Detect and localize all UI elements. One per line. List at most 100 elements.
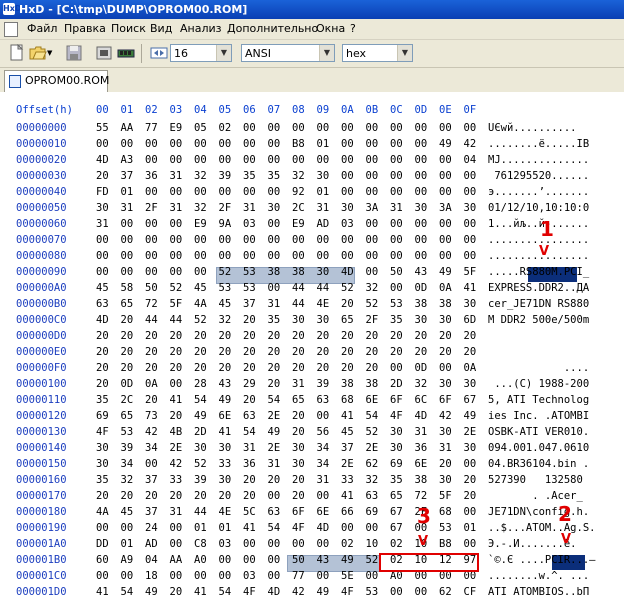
hex-byte[interactable]: 5F — [464, 266, 477, 278]
hex-byte[interactable]: 30 — [292, 458, 305, 470]
ascii-text[interactable]: 01/12/10,10:10:0 — [488, 202, 589, 214]
hex-byte[interactable]: 2E — [268, 410, 281, 422]
hex-byte[interactable]: 28 — [194, 378, 207, 390]
hex-byte[interactable]: 73 — [145, 410, 158, 422]
hex-byte[interactable]: C8 — [194, 538, 207, 550]
hex-byte[interactable]: 45 — [96, 282, 109, 294]
hex-byte[interactable]: 30 — [219, 474, 232, 486]
hex-byte[interactable]: 30 — [464, 298, 477, 310]
ascii-text[interactable]: OSBK-ATI VER010. — [488, 426, 589, 438]
hex-byte[interactable]: 20 — [121, 346, 134, 358]
hex-row[interactable]: 000000D0 20 20 20 20 20 20 20 20 20 20 20 20 20 20 20 20 — [0, 330, 624, 346]
hex-byte[interactable]: AD — [145, 538, 158, 550]
hex-byte[interactable]: 20 — [243, 330, 256, 342]
hex-byte[interactable]: 00 — [390, 170, 403, 182]
hex-byte[interactable]: 49 — [219, 394, 232, 406]
hex-byte[interactable]: 3A — [439, 202, 452, 214]
offset-base-select[interactable]: hex ▼ — [342, 44, 413, 62]
hex-byte[interactable]: 00 — [390, 250, 403, 262]
hex-row[interactable]: 00000160 35 32 37 33 39 30 20 20 20 31 33 32 35 38 30 20… — [0, 474, 624, 490]
hex-byte[interactable]: 00 — [317, 490, 330, 502]
hex-byte[interactable]: 00 — [96, 138, 109, 150]
hex-byte[interactable]: 33 — [219, 458, 232, 470]
hex-byte[interactable]: 33 — [170, 474, 183, 486]
hex-byte[interactable]: 30 — [292, 314, 305, 326]
hex-byte[interactable]: 20 — [219, 330, 232, 342]
hex-row[interactable]: 00000010 00 00 00 00 00 00 00 00 B8 01 00 00 00 00 49 42… — [0, 138, 624, 154]
hex-byte[interactable]: 52 — [219, 266, 232, 278]
hex-byte[interactable]: 31 — [170, 170, 183, 182]
chevron-down-icon[interactable]: ▼ — [47, 44, 55, 62]
hex-byte[interactable]: 00 — [145, 154, 158, 166]
hex-byte[interactable]: 00 — [366, 186, 379, 198]
hex-byte[interactable]: 4F — [292, 522, 305, 534]
hex-byte[interactable]: 20 — [243, 394, 256, 406]
hex-byte[interactable]: 62 — [439, 586, 452, 598]
hex-byte[interactable]: 00 — [194, 234, 207, 246]
hex-byte[interactable]: 41 — [341, 490, 354, 502]
hex-byte[interactable]: 00 — [96, 234, 109, 246]
hex-row[interactable]: 000000E0 20 20 20 20 20 20 20 20 20 20 20 20 20 20 20 20 — [0, 346, 624, 362]
hex-byte[interactable]: 20 — [219, 362, 232, 374]
hex-byte[interactable]: 0A — [464, 362, 477, 374]
hex-byte[interactable]: 00 — [415, 170, 428, 182]
hex-row[interactable]: 00000000 55 AA 77 E9 05 02 00 00 00 00 00 00 00 00 00 00… — [0, 122, 624, 138]
hex-byte[interactable]: 63 — [366, 490, 379, 502]
hex-byte[interactable]: 03 — [243, 218, 256, 230]
hex-byte[interactable]: 00 — [366, 266, 379, 278]
hex-byte[interactable]: 00 — [268, 186, 281, 198]
hex-byte[interactable]: 30 — [317, 266, 330, 278]
hex-byte[interactable]: 20 — [170, 330, 183, 342]
ascii-text[interactable] — [488, 330, 589, 342]
ascii-text[interactable] — [488, 346, 589, 358]
hex-byte[interactable]: 01 — [121, 186, 134, 198]
hex-byte[interactable]: 0D — [415, 362, 428, 374]
hex-byte[interactable]: 6D — [464, 314, 477, 326]
hex-byte[interactable]: 4D — [96, 314, 109, 326]
hex-byte[interactable]: 38 — [439, 298, 452, 310]
hex-byte[interactable]: 00 — [243, 154, 256, 166]
hex-byte[interactable]: 20 — [145, 362, 158, 374]
hex-byte[interactable]: 00 — [170, 186, 183, 198]
hex-byte[interactable]: 44 — [194, 506, 207, 518]
hex-byte[interactable]: 31 — [243, 442, 256, 454]
hex-byte[interactable]: 20 — [366, 346, 379, 358]
hex-byte[interactable]: 20 — [464, 330, 477, 342]
hex-byte[interactable]: 30 — [96, 202, 109, 214]
hex-byte[interactable]: 41 — [464, 282, 477, 294]
hex-byte[interactable]: 32 — [366, 474, 379, 486]
hex-byte[interactable]: 00 — [243, 138, 256, 150]
hex-byte[interactable]: 00 — [268, 218, 281, 230]
hex-byte[interactable]: 30 — [415, 202, 428, 214]
hex-byte[interactable]: 44 — [317, 282, 330, 294]
hex-byte[interactable]: 66 — [341, 506, 354, 518]
hex-byte[interactable]: 0D — [121, 378, 134, 390]
hex-byte[interactable]: 30 — [96, 442, 109, 454]
hex-byte[interactable]: 31 — [415, 426, 428, 438]
hex-byte[interactable]: 68 — [439, 506, 452, 518]
hex-byte[interactable]: 00 — [415, 122, 428, 134]
hex-row[interactable]: 00000140 30 39 34 2E 30 30 31 2E 30 34 37 2E 30 36 31 30… — [0, 442, 624, 458]
hex-byte[interactable]: 00 — [341, 234, 354, 246]
hex-byte[interactable]: 2D — [390, 378, 403, 390]
chevron-down-icon[interactable]: ▼ — [319, 45, 334, 61]
hex-byte[interactable]: 00 — [96, 570, 109, 582]
hex-byte[interactable]: 00 — [366, 250, 379, 262]
hex-byte[interactable]: 77 — [292, 570, 305, 582]
hex-byte[interactable]: 00 — [268, 234, 281, 246]
hex-byte[interactable]: 00 — [390, 138, 403, 150]
hex-byte[interactable]: 53 — [243, 282, 256, 294]
hex-byte[interactable]: 20 — [194, 362, 207, 374]
hex-byte[interactable]: 4F — [96, 426, 109, 438]
hex-row[interactable]: 00000190 00 00 24 00 01 01 41 54 4F 4D 00 00 67 00 53 01… — [0, 522, 624, 538]
hex-byte[interactable]: 45 — [219, 298, 232, 310]
hex-byte[interactable]: 00 — [366, 218, 379, 230]
hex-byte[interactable]: 00 — [194, 570, 207, 582]
hex-byte[interactable]: 29 — [243, 378, 256, 390]
hex-byte[interactable]: 30 — [194, 442, 207, 454]
hex-byte[interactable]: 20 — [170, 410, 183, 422]
hex-byte[interactable]: 20 — [243, 314, 256, 326]
hex-byte[interactable]: 20 — [390, 330, 403, 342]
hex-byte[interactable]: A3 — [121, 154, 134, 166]
open-folder-icon[interactable] — [29, 44, 47, 62]
